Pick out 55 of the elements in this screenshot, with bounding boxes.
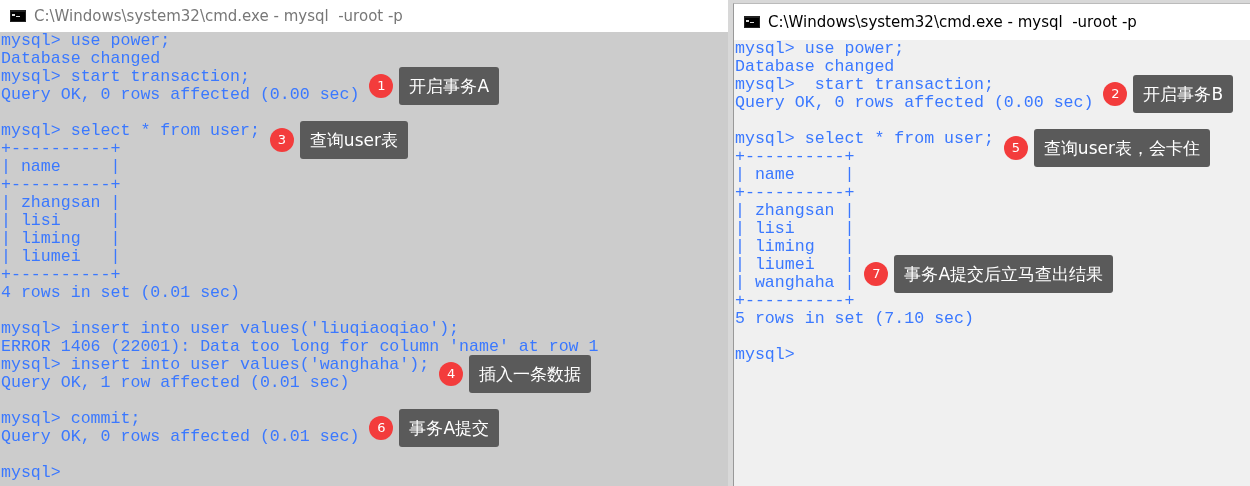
console-line: +----------+ [735, 291, 855, 310]
console-line: Query OK, 0 rows affected (0.00 sec) [1, 85, 360, 104]
console-line: mysql> use power; [1, 31, 171, 50]
callout: 开启事务A [399, 67, 500, 105]
console-line: Query OK, 0 rows affected (0.01 sec) [1, 427, 360, 446]
step-badge: 4 [439, 362, 464, 386]
console-line: | liming | [735, 237, 855, 256]
console-line: +----------+ [735, 183, 855, 202]
step-badge: 3 [269, 128, 294, 152]
callout: 查询user表 [299, 121, 408, 159]
callout: 开启事务B [1133, 75, 1234, 113]
console-line: Query OK, 1 row affected (0.01 sec) [1, 373, 350, 392]
console-line: Query OK, 0 rows affected (0.00 sec) [735, 93, 1094, 112]
callout: 事务A提交 [399, 409, 500, 447]
console-line: | liming | [1, 229, 121, 248]
console-line: +----------+ [1, 175, 121, 194]
console-line: +----------+ [1, 139, 121, 158]
callout: 查询user表，会卡住 [1033, 129, 1210, 167]
console-line: Database changed [735, 57, 895, 76]
console-line: | name | [735, 165, 855, 184]
console-line: mysql> use power; [735, 39, 905, 58]
console-icon [10, 10, 26, 22]
console-line: 5 rows in set (7.10 sec) [735, 309, 974, 328]
console-line: | liumei | [735, 255, 855, 274]
console-line: mysql> select * from user; [735, 129, 994, 148]
console-line: | lisi | [1, 211, 121, 230]
console-line: | name | [1, 157, 121, 176]
console-icon [744, 16, 760, 28]
console-line: 4 rows in set (0.01 sec) [1, 283, 240, 302]
console-line: +----------+ [1, 265, 121, 284]
console-line: | zhangsan | [1, 193, 121, 212]
callout: 插入一条数据 [469, 355, 592, 393]
console-line: mysql> select * from user; [1, 121, 260, 140]
console-line: mysql> start transaction; [735, 75, 994, 94]
console-line: | zhangsan | [735, 201, 855, 220]
step-badge: 2 [1103, 82, 1128, 106]
console-line: Database changed [1, 49, 161, 68]
console-line: | liumei | [1, 247, 121, 266]
window-title: C:\Windows\system32\cmd.exe - mysql -uroot -p [768, 13, 1137, 31]
console-line: mysql> [735, 345, 795, 364]
console-line: | wanghaha | [735, 273, 855, 292]
console-line: mysql> commit; [1, 409, 141, 428]
console-line: ERROR 1406 (22001): Data too long for column 'name' at row 1 [1, 337, 599, 356]
console-line: mysql> [1, 463, 61, 482]
callout: 事务A提交后立马查出结果 [894, 255, 1114, 293]
window-title: C:\Windows\system32\cmd.exe - mysql -uroot -p [34, 7, 403, 25]
console-line: +----------+ [735, 147, 855, 166]
step-badge: 5 [1003, 136, 1028, 160]
step-badge: 6 [369, 416, 394, 440]
step-badge: 1 [369, 74, 394, 98]
console-line: | lisi | [735, 219, 855, 238]
step-badge: 7 [864, 262, 889, 286]
console-line: mysql> insert into user values('liuqiaoqiao'); [1, 319, 460, 338]
console-line: mysql> start transaction; [1, 67, 250, 86]
console-line: mysql> insert into user values('wanghaha'); [1, 355, 430, 374]
